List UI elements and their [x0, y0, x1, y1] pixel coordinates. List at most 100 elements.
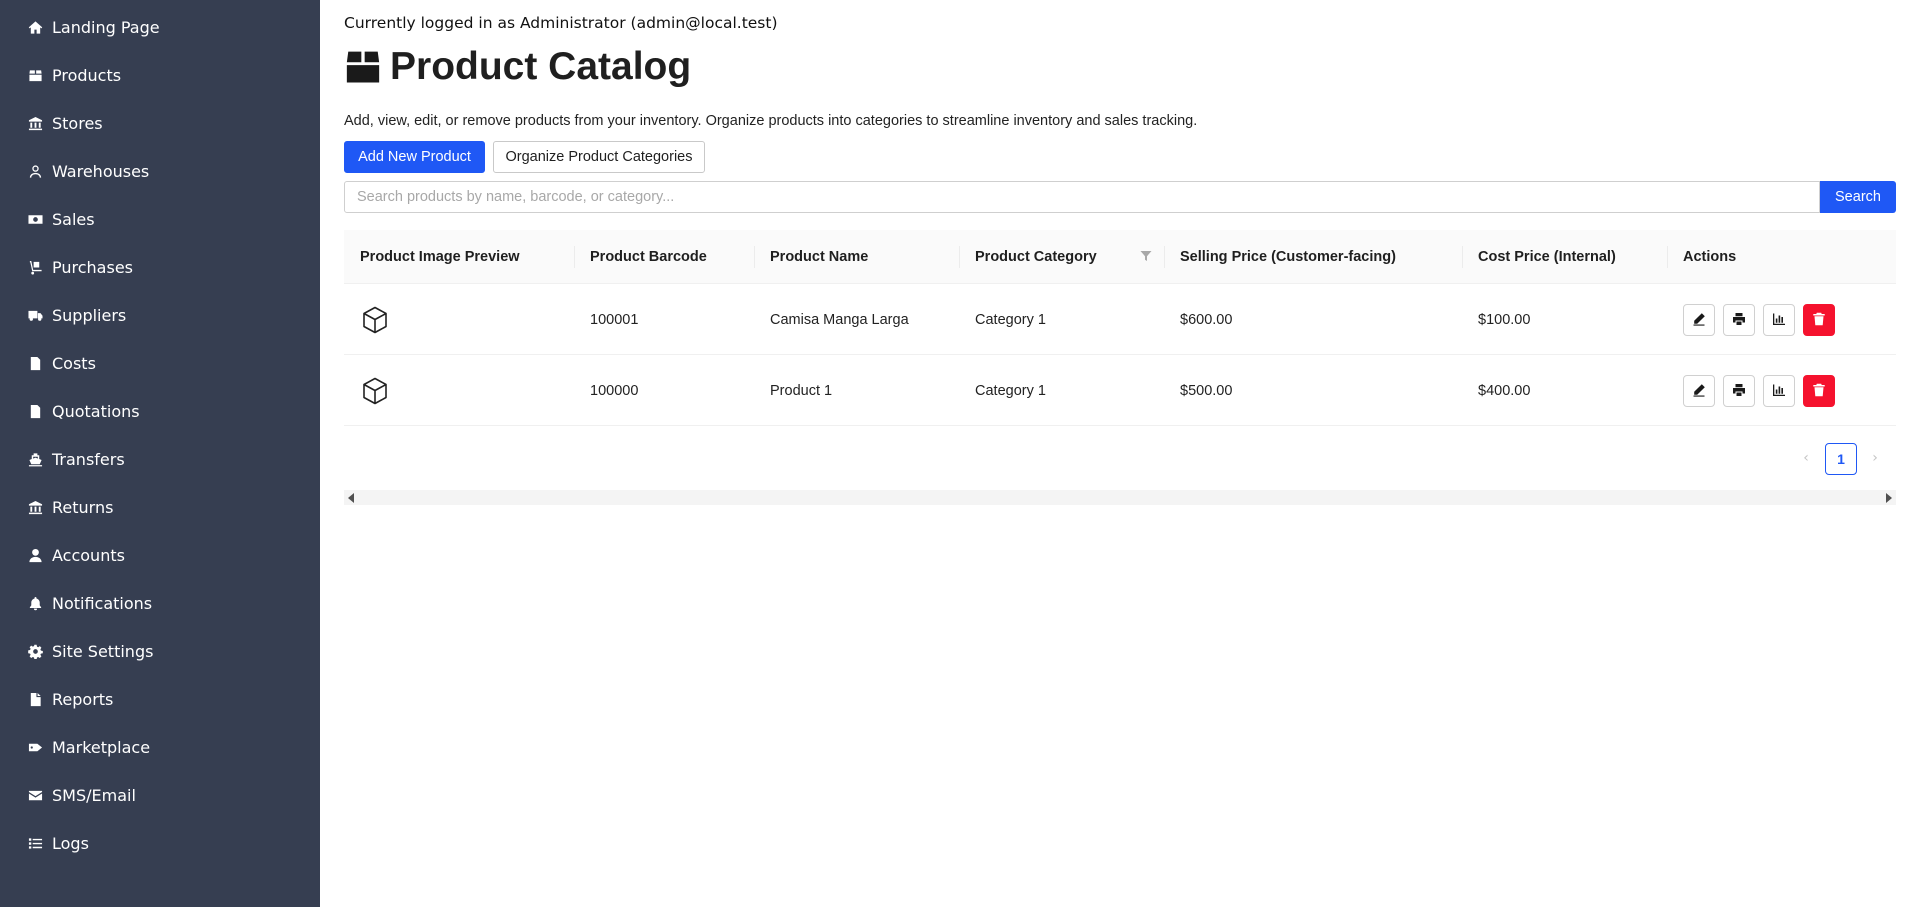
sidebar-item-marketplace[interactable]: Marketplace [0, 723, 320, 771]
add-new-product-button[interactable]: Add New Product [344, 141, 485, 173]
caret-right-icon [1886, 492, 1892, 503]
sidebar-item-label: Quotations [52, 401, 140, 421]
sidebar-item-site-settings[interactable]: Site Settings [0, 627, 320, 675]
sidebar-item-returns[interactable]: Returns [0, 483, 320, 531]
user-outline-icon [27, 163, 44, 180]
table-header: Product Image Preview Product Barcode Pr… [344, 230, 1896, 284]
login-info: Currently logged in as Administrator (ad… [344, 14, 778, 32]
column-header-category: Product Category [959, 230, 1164, 284]
user-icon [27, 547, 44, 564]
sidebar-item-label: Purchases [52, 257, 133, 277]
sidebar-item-sales[interactable]: Sales [0, 195, 320, 243]
chevron-left-icon: ‹ [1803, 450, 1809, 466]
stats-button[interactable] [1763, 375, 1795, 407]
sidebar-item-label: Costs [52, 353, 96, 373]
home-icon [27, 19, 44, 36]
box-icon [344, 48, 382, 86]
sidebar-item-label: Returns [52, 497, 114, 517]
table-row: 100001 Camisa Manga Larga Category 1 $60… [344, 284, 1896, 355]
delete-button[interactable] [1803, 304, 1835, 336]
sidebar-item-label: Logs [52, 833, 89, 853]
organize-categories-button[interactable]: Organize Product Categories [493, 141, 705, 173]
column-header-name: Product Name [770, 249, 869, 265]
sidebar-item-quotations[interactable]: Quotations [0, 387, 320, 435]
ship-icon [27, 451, 44, 468]
stats-button[interactable] [1763, 304, 1795, 336]
dolly-icon [27, 259, 44, 276]
sidebar-item-logs[interactable]: Logs [0, 819, 320, 867]
edit-button[interactable] [1683, 304, 1715, 336]
filter-icon[interactable] [1140, 250, 1152, 264]
search-button[interactable]: Search [1820, 181, 1896, 213]
sidebar-item-landing-page[interactable]: Landing Page [0, 3, 320, 51]
column-header-cost-price: Cost Price (Internal) [1478, 249, 1616, 265]
sidebar-item-label: SMS/Email [52, 785, 136, 805]
print-button[interactable] [1723, 375, 1755, 407]
sidebar-item-reports[interactable]: Reports [0, 675, 320, 723]
column-header-barcode: Product Barcode [590, 249, 707, 265]
page-title: Product Catalog [344, 45, 691, 89]
sidebar-item-label: Warehouses [52, 161, 150, 181]
column-header-category-label: Product Category [975, 249, 1097, 265]
column-header-selling-price: Selling Price (Customer-facing) [1180, 249, 1396, 265]
main-content: Currently logged in as Administrator (ad… [320, 0, 1907, 907]
sidebar-item-label: Transfers [52, 449, 125, 469]
name-cell: Camisa Manga Larga [770, 311, 909, 328]
sidebar-item-products[interactable]: Products [0, 51, 320, 99]
sidebar-item-transfers[interactable]: Transfers [0, 435, 320, 483]
cube-icon [360, 376, 390, 406]
sidebar-item-label: Stores [52, 113, 103, 133]
truck-icon [27, 307, 44, 324]
gear-icon [27, 643, 44, 660]
selling-price-cell: $600.00 [1180, 311, 1233, 328]
invoice-icon [27, 403, 44, 420]
tag-icon [27, 739, 44, 756]
selling-price-cell: $500.00 [1180, 382, 1233, 399]
column-header-image: Product Image Preview [360, 249, 520, 265]
sidebar-item-suppliers[interactable]: Suppliers [0, 291, 320, 339]
pagination-next[interactable]: › [1863, 446, 1887, 470]
search-input[interactable] [344, 181, 1820, 213]
receipt-icon [27, 355, 44, 372]
pencil-icon [1692, 382, 1706, 401]
sidebar-item-label: Sales [52, 209, 95, 229]
pagination-prev[interactable]: ‹ [1794, 446, 1818, 470]
cost-price-cell: $100.00 [1478, 311, 1531, 328]
scroll-left-arrow[interactable] [344, 490, 358, 505]
sidebar-item-label: Landing Page [52, 17, 160, 37]
chevron-right-icon: › [1872, 450, 1878, 466]
edit-button[interactable] [1683, 375, 1715, 407]
horizontal-scrollbar[interactable] [344, 490, 1896, 505]
product-image-cell [344, 284, 574, 355]
pagination-page-current[interactable]: 1 [1825, 443, 1857, 475]
barcode-cell: 100001 [590, 311, 639, 328]
file-icon [27, 691, 44, 708]
trash-icon [1812, 382, 1826, 401]
sidebar: Landing Page Products Stores Warehouses … [0, 0, 320, 907]
sidebar-item-notifications[interactable]: Notifications [0, 579, 320, 627]
barcode-cell: 100000 [590, 382, 639, 399]
sidebar-item-stores[interactable]: Stores [0, 99, 320, 147]
sidebar-item-label: Marketplace [52, 737, 151, 757]
list-icon [27, 835, 44, 852]
sidebar-item-warehouses[interactable]: Warehouses [0, 147, 320, 195]
sidebar-item-sms-email[interactable]: SMS/Email [0, 771, 320, 819]
sidebar-item-label: Reports [52, 689, 114, 709]
sidebar-item-label: Accounts [52, 545, 125, 565]
delete-button[interactable] [1803, 375, 1835, 407]
cost-price-cell: $400.00 [1478, 382, 1531, 399]
sidebar-item-label: Products [52, 65, 122, 85]
print-icon [1732, 311, 1746, 330]
sidebar-item-label: Site Settings [52, 641, 154, 661]
scroll-right-arrow[interactable] [1882, 490, 1896, 505]
category-cell: Category 1 [975, 382, 1046, 399]
page-description: Add, view, edit, or remove products from… [344, 113, 1198, 129]
sidebar-item-costs[interactable]: Costs [0, 339, 320, 387]
pencil-icon [1692, 311, 1706, 330]
sidebar-item-accounts[interactable]: Accounts [0, 531, 320, 579]
page-title-text: Product Catalog [390, 45, 692, 88]
chart-icon [1772, 382, 1786, 401]
sidebar-item-purchases[interactable]: Purchases [0, 243, 320, 291]
column-header-actions: Actions [1683, 249, 1737, 265]
print-button[interactable] [1723, 304, 1755, 336]
